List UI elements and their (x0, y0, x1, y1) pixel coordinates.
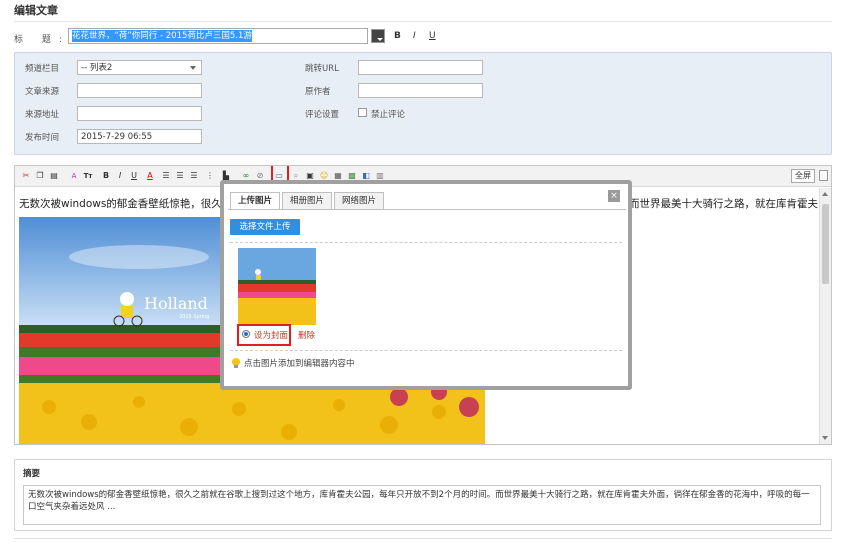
bottom-divider (14, 538, 832, 539)
source-code-icon[interactable] (819, 170, 828, 181)
comment-settings-label: 评论设置 (305, 110, 340, 120)
italic-button[interactable]: I (115, 171, 125, 181)
divider (230, 350, 622, 351)
title-input[interactable]: 花花世界，“荷”你同行 - 2015荷比卢三国5.1游 (68, 28, 368, 44)
font-size-icon[interactable]: Tт (83, 171, 93, 181)
source-url-label: 来源地址 (25, 110, 60, 120)
cover-radio[interactable] (242, 330, 250, 338)
cut-icon[interactable]: ✂ (21, 171, 31, 181)
title-italic-button[interactable]: I (413, 31, 416, 41)
chevron-down-icon (190, 66, 196, 70)
title-input-value: 花花世界，“荷”你同行 - 2015荷比卢三国5.1游 (72, 30, 252, 42)
redirect-url-label: 跳转URL (305, 64, 339, 74)
title-color-picker[interactable] (371, 29, 385, 43)
align-left-icon[interactable]: ☰ (161, 171, 171, 181)
lightbulb-icon (232, 358, 240, 368)
uploaded-image-thumbnail[interactable] (238, 248, 316, 325)
content-line-1: 无数次被windows的郁金香壁纸惊艳，很久 (19, 198, 222, 210)
photo-caption-sub: 2015 Spring (179, 314, 209, 320)
tab-web[interactable]: 网络图片 (334, 192, 384, 210)
article-meta-panel: 频道栏目 -- 列表2 文章来源 来源地址 发布时间 2015-7-29 06:… (14, 52, 832, 155)
summary-panel: 摘要 无数次被windows的郁金香壁纸惊艳，很久之前就在谷歌上搜到过这个地方，… (14, 459, 832, 531)
channel-select-value: -- 列表2 (81, 63, 113, 73)
photo-caption: Holland (144, 294, 208, 313)
title-label: 标 题: (14, 35, 70, 45)
tab-upload[interactable]: 上传图片 (230, 192, 280, 210)
publish-time-input[interactable]: 2015-7-29 06:55 (77, 129, 202, 144)
summary-textarea[interactable]: 无数次被windows的郁金香壁纸惊艳，很久之前就在谷歌上搜到过这个地方，库肯霍… (23, 485, 821, 525)
publish-time-label: 发布时间 (25, 133, 60, 143)
source-label: 文章来源 (25, 87, 60, 97)
text-style-icon[interactable]: A (69, 171, 79, 181)
title-divider (14, 21, 832, 22)
scroll-down-icon[interactable] (822, 436, 828, 440)
image-dialog: × 上传图片 相册图片 网络图片 选择文件上传 设为封面 删除 点击图片添加到编… (220, 180, 632, 390)
underline-button[interactable]: U (129, 171, 139, 181)
bold-button[interactable]: B (101, 171, 111, 181)
dialog-tip: 点击图片添加到编辑器内容中 (244, 359, 355, 369)
copy-icon[interactable]: ❐ (35, 171, 45, 181)
editor-scrollbar[interactable] (819, 188, 831, 444)
content-line-1-tail: 而世界最美十大骑行之路，就在库肯霍夫 (629, 198, 818, 210)
source-input[interactable] (77, 83, 202, 98)
author-input[interactable] (358, 83, 483, 98)
scroll-up-icon[interactable] (822, 192, 828, 196)
text-color-button[interactable]: A (145, 171, 155, 181)
title-bold-button[interactable]: B (394, 31, 401, 41)
paste-icon[interactable]: ▤ (49, 171, 59, 181)
align-center-icon[interactable]: ☰ (175, 171, 185, 181)
source-url-input[interactable] (77, 106, 202, 121)
upload-file-button[interactable]: 选择文件上传 (230, 219, 300, 235)
divider (230, 242, 622, 243)
tab-divider (228, 209, 626, 210)
summary-label: 摘要 (23, 469, 41, 479)
disable-comment-label: 禁止评论 (371, 110, 406, 120)
disable-comment-checkbox[interactable] (358, 108, 367, 117)
channel-select[interactable]: -- 列表2 (77, 60, 202, 75)
set-cover-link[interactable]: 设为封面 (254, 329, 288, 341)
channel-label: 频道栏目 (25, 64, 60, 74)
title-underline-button[interactable]: U (429, 31, 436, 41)
ordered-list-icon[interactable]: ⋮ (205, 171, 215, 181)
delete-image-link[interactable]: 删除 (298, 329, 315, 341)
page-title: 编辑文章 (14, 4, 58, 17)
tab-album[interactable]: 相册图片 (282, 192, 332, 210)
align-right-icon[interactable]: ☰ (189, 171, 199, 181)
author-label: 原作者 (305, 87, 331, 97)
scrollbar-thumb[interactable] (822, 204, 829, 284)
fullscreen-button[interactable]: 全屏 (791, 169, 815, 183)
redirect-url-input[interactable] (358, 60, 483, 75)
close-icon[interactable]: × (608, 190, 620, 202)
